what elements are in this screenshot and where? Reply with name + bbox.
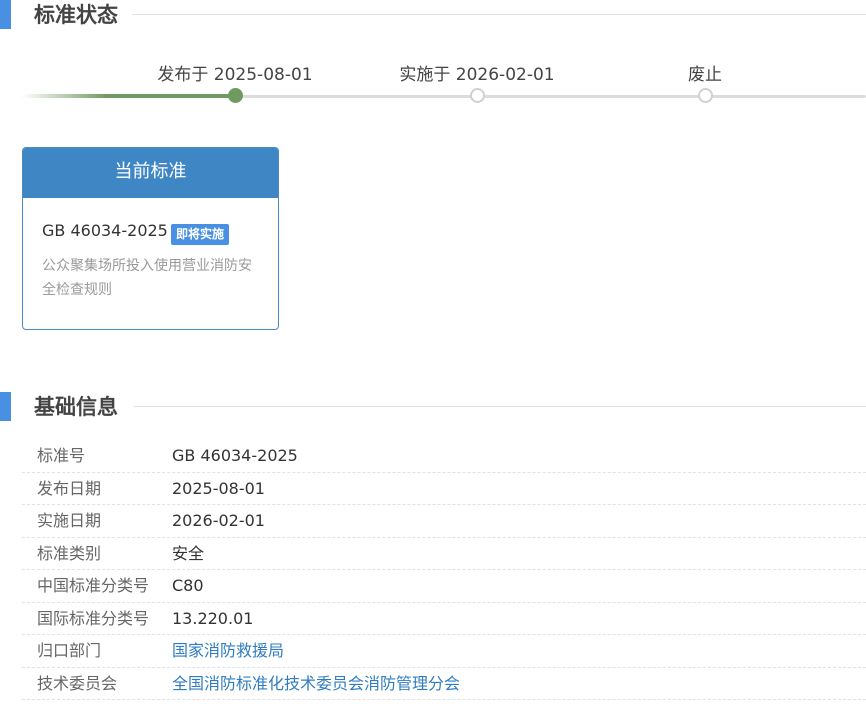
info-label: 标准类别 bbox=[37, 543, 102, 563]
info-row-committee: 技术委员会 全国消防标准化技术委员会消防管理分会 bbox=[22, 668, 866, 700]
info-value: 安全 bbox=[172, 543, 205, 563]
info-label: 实施日期 bbox=[37, 511, 102, 530]
standard-code: GB 46034-2025 bbox=[42, 221, 168, 240]
timeline-step-label: 发布于 2025-08-01 bbox=[157, 65, 313, 85]
section-divider bbox=[134, 406, 866, 407]
timeline-step-label: 实施于 2026-02-01 bbox=[399, 65, 555, 85]
info-row-category: 标准类别 安全 bbox=[22, 538, 866, 570]
info-row-publish-date: 发布日期 2025-08-01 bbox=[22, 473, 866, 505]
committee-link[interactable]: 全国消防标准化技术委员会消防管理分会 bbox=[172, 668, 460, 700]
info-row-ics: 国际标准分类号 13.220.01 bbox=[22, 603, 866, 635]
info-section-header: 基础信息 bbox=[0, 392, 866, 422]
info-row-standard-number: 标准号 GB 46034-2025 bbox=[22, 440, 866, 473]
timeline-step-implemented: 实施于 2026-02-01 bbox=[367, 56, 587, 112]
section-accent-bar bbox=[0, 0, 11, 29]
info-row-implementation-date: 实施日期 2026-02-01 bbox=[22, 505, 866, 538]
info-label: 中国标准分类号 bbox=[37, 576, 150, 595]
status-badge: 即将实施 bbox=[171, 224, 230, 245]
department-link[interactable]: 国家消防救援局 bbox=[172, 635, 284, 667]
info-value: C80 bbox=[172, 576, 204, 595]
timeline-dot-pending bbox=[470, 88, 485, 103]
timeline-step-label: 废止 bbox=[688, 65, 722, 85]
info-value: GB 46034-2025 bbox=[172, 446, 298, 465]
timeline-dot-completed bbox=[228, 88, 243, 103]
info-value: 2026-02-01 bbox=[172, 511, 265, 530]
section-accent-bar bbox=[0, 392, 11, 421]
info-row-department: 归口部门 国家消防救援局 bbox=[22, 635, 866, 668]
info-label: 标准号 bbox=[37, 446, 86, 465]
info-label: 国际标准分类号 bbox=[37, 608, 150, 628]
timeline-step-published: 发布于 2025-08-01 bbox=[125, 56, 345, 112]
info-label: 技术委员会 bbox=[37, 673, 118, 693]
info-row-ccs: 中国标准分类号 C80 bbox=[22, 570, 866, 603]
info-label: 发布日期 bbox=[37, 478, 102, 498]
timeline-dot-pending bbox=[698, 88, 713, 103]
info-value: 2025-08-01 bbox=[172, 478, 265, 498]
card-header: 当前标准 bbox=[23, 148, 278, 198]
status-timeline: 发布于 2025-08-01 实施于 2026-02-01 废止 bbox=[0, 56, 866, 112]
status-section-title: 标准状态 bbox=[34, 3, 118, 27]
status-section-header: 标准状态 bbox=[0, 0, 866, 30]
info-table: 标准号 GB 46034-2025 发布日期 2025-08-01 实施日期 2… bbox=[22, 440, 866, 700]
info-label: 归口部门 bbox=[37, 641, 102, 660]
section-divider bbox=[132, 14, 866, 15]
info-value: 13.220.01 bbox=[172, 608, 254, 628]
info-section-title: 基础信息 bbox=[34, 395, 118, 419]
timeline-step-abolished: 废止 bbox=[595, 56, 815, 112]
current-standard-card[interactable]: 当前标准 GB 46034-2025 即将实施 公众聚集场所投入使用营业消防安全… bbox=[22, 147, 279, 330]
standard-description: 公众聚集场所投入使用营业消防安全检查规则 bbox=[42, 258, 252, 298]
